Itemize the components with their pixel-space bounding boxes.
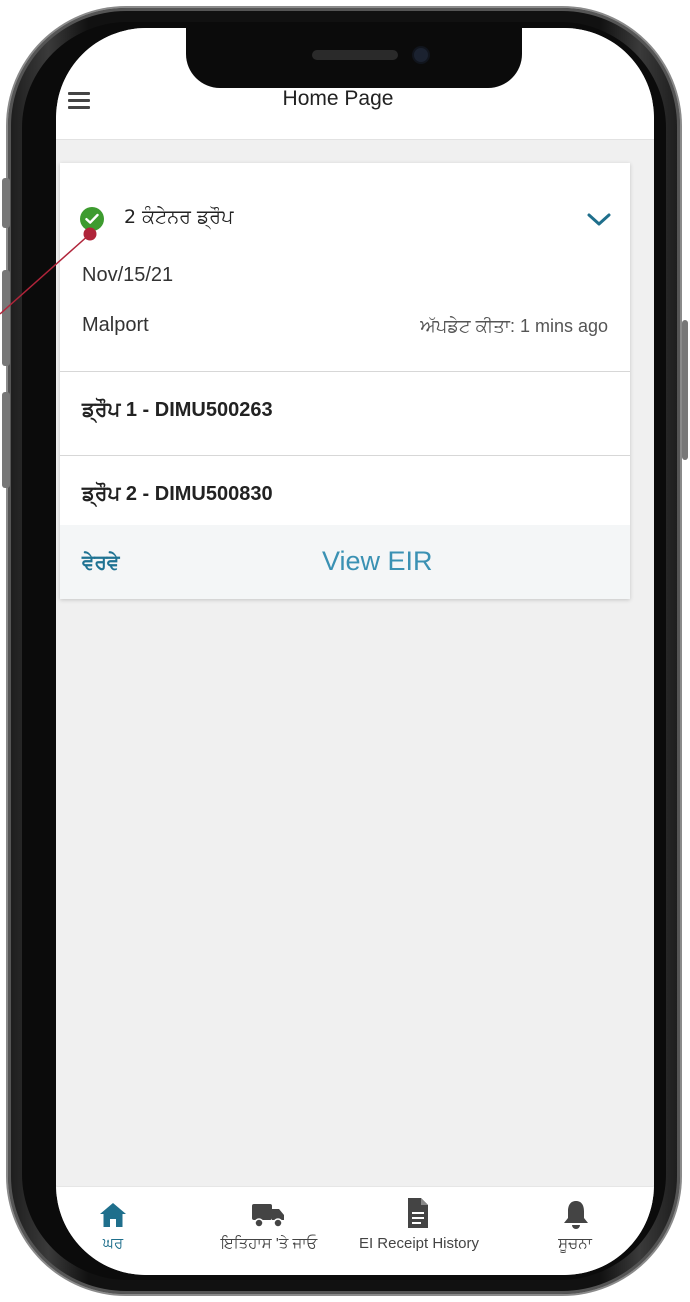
chevron-down-icon[interactable] <box>586 211 612 229</box>
check-circle-icon <box>80 207 104 231</box>
document-icon <box>408 1198 428 1228</box>
drop-row[interactable]: ਡ੍ਰੌਪ 1 - DIMU500263 <box>60 372 630 456</box>
container-drop-title: 2 ਕੰਟੇਨਰ ਡ੍ਰੌਪ <box>124 206 234 228</box>
card-actions: ਵੇਰਵੇ View EIR <box>60 525 630 599</box>
details-link[interactable]: ਵੇਰਵੇ <box>82 550 119 574</box>
tab-label: ਇਤਿਹਾਸ 'ਤੇ ਜਾਓ <box>220 1235 318 1252</box>
volume-down-button <box>2 392 10 488</box>
tab-label: ਸੂਚਨਾ <box>558 1235 592 1252</box>
bottom-tab-bar: ਘਰ ਇਤਿਹਾਸ 'ਤੇ ਜਾਓ EI Receipt History ਸੂਚ… <box>56 1186 654 1275</box>
drop-label: ਡ੍ਰੌਪ 2 - DIMU500830 <box>82 483 273 505</box>
volume-up-button <box>2 270 10 366</box>
drop-date: Nov/15/21 <box>82 264 174 286</box>
tab-label: ਘਰ <box>102 1235 124 1252</box>
drop-location: Malport <box>82 314 149 336</box>
drop-label: ਡ੍ਰੌਪ 1 - DIMU500263 <box>82 399 273 421</box>
power-button <box>682 320 688 460</box>
card-summary[interactable]: 2 ਕੰਟੇਨਰ ਡ੍ਰੌਪ Nov/15/21 Malport ਅੱਪਡੇਟ … <box>60 163 630 372</box>
speaker-grille <box>312 50 398 60</box>
mute-switch <box>2 178 10 228</box>
tab-history[interactable]: ਇਤਿਹਾਸ 'ਤੇ ਜਾਓ <box>194 1187 344 1275</box>
drop-summary-card: 2 ਕੰਟੇਨਰ ਡ੍ਰੌਪ Nov/15/21 Malport ਅੱਪਡੇਟ … <box>60 163 630 599</box>
page-title: Home Page <box>282 87 394 110</box>
tab-home[interactable]: ਘਰ <box>56 1187 170 1275</box>
last-updated: ਅੱਪਡੇਟ ਕੀਤਾ: 1 mins ago <box>420 316 608 336</box>
bell-icon <box>564 1201 588 1229</box>
view-eir-link[interactable]: View EIR <box>322 546 433 577</box>
tab-notifications[interactable]: ਸੂਚਨਾ <box>518 1187 632 1275</box>
truck-icon <box>252 1204 284 1228</box>
phone-notch <box>186 28 522 88</box>
app-screen: Home Page 2 ਕੰਟੇਨਰ ਡ੍ਰੌਪ Nov/15/21 Malpo… <box>56 28 654 1275</box>
front-camera <box>414 48 428 62</box>
tab-ei-receipt-history[interactable]: EI Receipt History <box>344 1187 494 1275</box>
tab-label: EI Receipt History <box>358 1235 480 1252</box>
home-icon <box>100 1203 126 1227</box>
